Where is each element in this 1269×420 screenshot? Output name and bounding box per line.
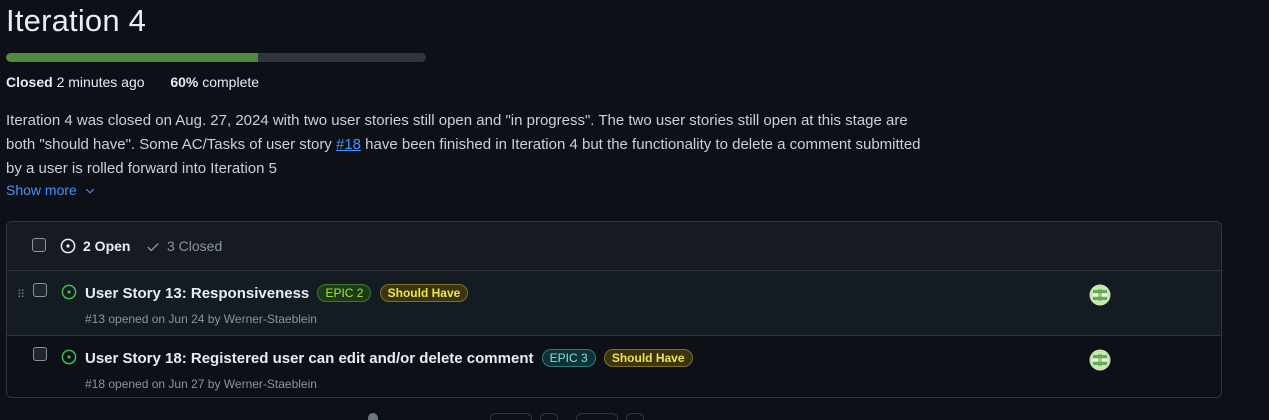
issue-row: User Story 18: Registered user can edit … — [7, 336, 1221, 397]
label-priority[interactable]: Should Have — [603, 349, 693, 367]
issue-title-link[interactable]: User Story 13: Responsiveness — [85, 285, 309, 302]
issue-title-row: User Story 18: Registered user can edit … — [85, 349, 693, 367]
pagination-edge — [368, 413, 378, 420]
issue-checkbox[interactable] — [33, 283, 47, 297]
chevron-down-icon — [85, 189, 94, 194]
issues-list-header: 2 Open 3 Closed — [7, 222, 1221, 271]
pagination-edge — [490, 413, 532, 420]
status-label: Closed — [6, 74, 53, 90]
select-all-checkbox[interactable] — [32, 238, 46, 252]
progress-bar — [6, 53, 426, 62]
issue-row: ⠿ User Story 13: Responsiveness EPIC 2 S… — [7, 271, 1221, 336]
avatar[interactable] — [1089, 284, 1111, 306]
closed-count-label: 3 Closed — [167, 238, 223, 254]
page-title: Iteration 4 — [6, 3, 147, 38]
issue-meta: #13 opened on Jun 24 by Werner-Staeblein — [85, 312, 317, 326]
open-count-label: 2 Open — [83, 238, 131, 254]
issue-title-link[interactable]: User Story 18: Registered user can edit … — [85, 350, 533, 367]
issue-open-icon — [60, 238, 76, 254]
drag-handle-icon[interactable]: ⠿ — [17, 288, 25, 301]
issue-meta: #18 opened on Jun 27 by Werner-Staeblein — [85, 377, 317, 391]
milestone-meta: Closed 2 minutes ago 60% complete — [6, 74, 259, 90]
pagination-edge — [626, 413, 644, 420]
milestone-description: Iteration 4 was closed on Aug. 27, 2024 … — [6, 109, 936, 181]
avatar[interactable] — [1089, 349, 1111, 371]
milestone-page: Iteration 4 Closed 2 minutes ago 60% com… — [0, 0, 1269, 420]
issues-list: 2 Open 3 Closed ⠿ User Story 13: Respons… — [6, 221, 1222, 398]
label-priority[interactable]: Should Have — [379, 284, 469, 302]
percent-complete: 60% — [170, 74, 199, 90]
closed-issues-tab[interactable]: 3 Closed — [146, 238, 222, 254]
label-epic[interactable]: EPIC 2 — [317, 284, 372, 302]
label-epic[interactable]: EPIC 3 — [541, 349, 596, 367]
check-icon — [147, 243, 159, 252]
show-more-label: Show more — [6, 182, 77, 198]
pagination-edge — [576, 413, 618, 420]
open-issues-tab[interactable]: 2 Open — [60, 238, 130, 254]
show-more-button[interactable]: Show more — [6, 182, 96, 198]
issue-open-icon — [61, 349, 77, 365]
issue-open-icon — [61, 284, 77, 300]
issue-checkbox[interactable] — [33, 347, 47, 361]
percent-suffix: complete — [202, 74, 260, 90]
pagination-edge — [540, 413, 558, 420]
issue-link-18[interactable]: #18 — [336, 136, 361, 153]
progress-bar-fill — [6, 53, 258, 62]
issue-title-row: User Story 13: Responsiveness EPIC 2 Sho… — [85, 284, 469, 302]
closed-time: 2 minutes ago — [56, 74, 145, 90]
